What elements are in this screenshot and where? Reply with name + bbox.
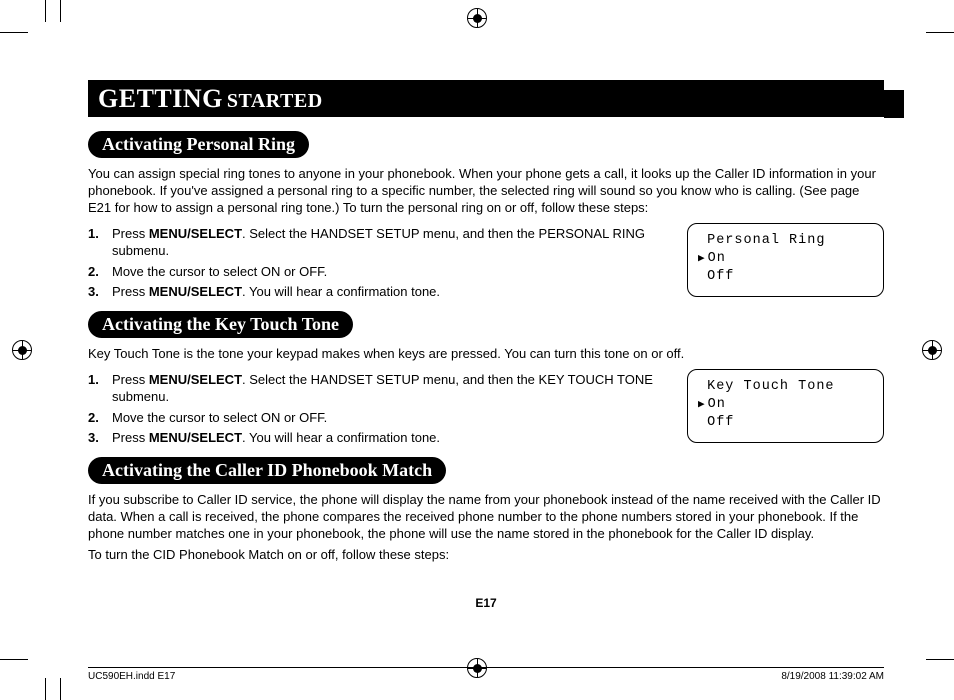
title-part1: GETTING [98, 84, 223, 113]
footer: UC590EH.indd E17 8/19/2008 11:39:02 AM [88, 667, 884, 682]
page-edge-tab [884, 90, 904, 118]
crop-mark [0, 659, 28, 660]
page-content: GETTING STARTED Activating Personal Ring… [88, 80, 884, 630]
lcd-option-selected: On [698, 250, 873, 268]
step-text: Press MENU/SELECT. Select the HANDSET SE… [112, 225, 669, 260]
step-text: Move the cursor to select ON or OFF. [112, 263, 669, 281]
section-intro-2: To turn the CID Phonebook Match on or of… [88, 547, 884, 564]
section-intro: If you subscribe to Caller ID service, t… [88, 492, 884, 543]
lcd-title: Key Touch Tone [698, 378, 873, 396]
footer-filename: UC590EH.indd E17 [88, 671, 175, 682]
registration-mark-icon [12, 340, 32, 360]
lcd-display: Personal Ring On Off [687, 223, 884, 298]
registration-mark-icon [922, 340, 942, 360]
section-intro: Key Touch Tone is the tone your keypad m… [88, 346, 884, 363]
registration-mark-icon [467, 8, 487, 28]
section-intro: You can assign special ring tones to any… [88, 166, 884, 217]
footer-timestamp: 8/19/2008 11:39:02 AM [781, 671, 884, 682]
title-part2: STARTED [227, 90, 323, 112]
lcd-title: Personal Ring [698, 232, 873, 250]
section-heading: Activating Personal Ring [88, 131, 309, 158]
crop-mark [926, 32, 954, 33]
crop-mark [0, 32, 28, 33]
crop-mark [926, 659, 954, 660]
chapter-title-bar: GETTING STARTED [88, 80, 884, 117]
crop-mark [45, 678, 46, 700]
step-text: Press MENU/SELECT. You will hear a confi… [112, 429, 669, 447]
lcd-display: Key Touch Tone On Off [687, 369, 884, 444]
step-text: Press MENU/SELECT. Select the HANDSET SE… [112, 371, 669, 406]
step-text: Move the cursor to select ON or OFF. [112, 409, 669, 427]
steps-list: 1.Press MENU/SELECT. Select the HANDSET … [88, 225, 669, 301]
lcd-option-selected: On [698, 396, 873, 414]
steps-list: 1.Press MENU/SELECT. Select the HANDSET … [88, 371, 669, 447]
lcd-option: Off [698, 268, 873, 286]
crop-mark [45, 0, 46, 22]
page-number: E17 [88, 596, 884, 610]
lcd-option: Off [698, 414, 873, 432]
step-text: Press MENU/SELECT. You will hear a confi… [112, 283, 669, 301]
section-heading: Activating the Caller ID Phonebook Match [88, 457, 446, 484]
crop-mark [60, 678, 61, 700]
crop-mark [60, 0, 61, 22]
section-heading: Activating the Key Touch Tone [88, 311, 353, 338]
